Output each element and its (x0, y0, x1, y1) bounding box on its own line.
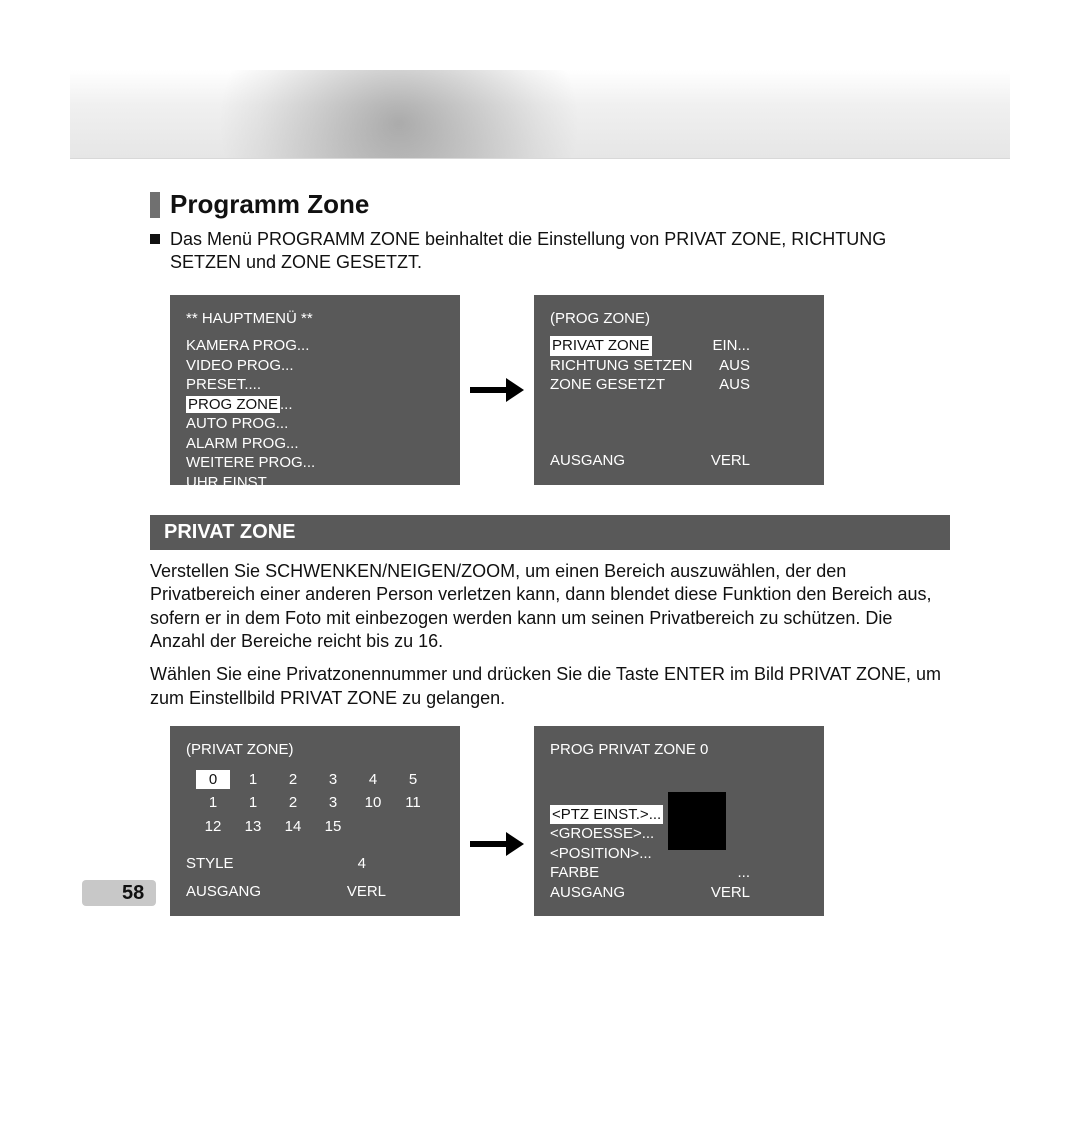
intro-text: Das Menü PROGRAMM ZONE beinhaltet die Ei… (170, 228, 950, 275)
grid-cell: 1 (236, 793, 270, 813)
privat-zone-screen: (PRIVAT ZONE) 0123451123101112131415 STY… (170, 726, 460, 916)
main-menu-item: ALARM PROG... (186, 434, 444, 454)
page-number-bubble (82, 880, 156, 906)
prog-privat-zone-screen: PROG PRIVAT ZONE 0 <PTZ EINST.>...<GROES… (534, 726, 824, 916)
prog-privat-zone-header: PROG PRIVAT ZONE 0 (550, 740, 808, 760)
prog-zone-screen: (PROG ZONE) PRIVAT ZONEEIN...RICHTUNG SE… (534, 295, 824, 485)
footer-left: AUSGANG (186, 882, 261, 902)
intro-row: Das Menü PROGRAMM ZONE beinhaltet die Ei… (150, 228, 950, 275)
grid-cell: 3 (316, 793, 350, 813)
style-label: STYLE (186, 854, 234, 874)
main-menu-item: SYSTEM INFO... (186, 492, 444, 512)
main-menu-item: AUTO PROG... (186, 414, 444, 434)
footer-right: VERL (711, 451, 750, 471)
screens-row-1: ** HAUPTMENÜ ** KAMERA PROG...VIDEO PROG… (170, 295, 950, 485)
ppz-item: FARBE... (550, 863, 750, 883)
grid-cell: 11 (396, 793, 430, 813)
grid-cell: 5 (396, 770, 430, 790)
section-title-row: Programm Zone (150, 189, 950, 220)
black-square-icon (668, 792, 726, 850)
prog-zone-footer: AUSGANG VERL (550, 451, 750, 471)
square-bullet-icon (150, 234, 160, 244)
prog-zone-header: (PROG ZONE) (550, 309, 808, 329)
prog-zone-row: PRIVAT ZONEEIN... (550, 336, 750, 356)
main-menu-item: PRESET.... (186, 375, 444, 395)
privat-zone-grid: 0123451123101112131415 (196, 770, 444, 837)
page-footer: 58 (82, 880, 144, 906)
prog-zone-row: RICHTUNG SETZENAUS (550, 356, 750, 376)
arrow-icon (470, 378, 524, 402)
grid-cell: 14 (276, 817, 310, 837)
grid-cell (396, 817, 430, 837)
main-menu-item: VIDEO PROG... (186, 356, 444, 376)
grid-cell: 2 (276, 793, 310, 813)
main-menu-item: KAMERA PROG... (186, 336, 444, 356)
content-area: Programm Zone Das Menü PROGRAMM ZONE bei… (150, 189, 950, 916)
grid-cell: 12 (196, 817, 230, 837)
footer-left: AUSGANG (550, 451, 625, 471)
grid-cell: 10 (356, 793, 390, 813)
grid-cell: 1 (196, 793, 230, 813)
page-number: 58 (122, 882, 144, 905)
prog-zone-row: ZONE GESETZTAUS (550, 375, 750, 395)
prog-zone-rows: PRIVAT ZONEEIN...RICHTUNG SETZENAUSZONE … (550, 336, 808, 395)
main-menu-item: PROG ZONE... (186, 395, 444, 415)
privat-zone-header: PRIVAT ZONE (150, 515, 950, 550)
section-title: Programm Zone (170, 189, 369, 220)
main-menu-items: KAMERA PROG...VIDEO PROG...PRESET....PRO… (186, 336, 444, 512)
body-paragraph-1: Verstellen Sie SCHWENKEN/NEIGEN/ZOOM, um… (150, 560, 950, 654)
main-menu-screen: ** HAUPTMENÜ ** KAMERA PROG...VIDEO PROG… (170, 295, 460, 485)
footer-right: VERL (711, 883, 750, 903)
grid-cell: 1 (236, 770, 270, 790)
banner-image (70, 70, 1010, 159)
privat-zone-screen-header: (PRIVAT ZONE) (186, 740, 444, 760)
screens-row-2: (PRIVAT ZONE) 0123451123101112131415 STY… (170, 726, 950, 916)
grid-cell: 3 (316, 770, 350, 790)
grid-cell: 2 (276, 770, 310, 790)
style-value: 4 (358, 854, 366, 874)
grid-cell: 0 (196, 770, 230, 790)
section-bar-icon (150, 192, 160, 218)
main-menu-item: UHR EINST... (186, 473, 444, 493)
grid-cell (356, 817, 390, 837)
arrow-icon (470, 832, 524, 856)
grid-cell: 13 (236, 817, 270, 837)
footer-right: VERL (347, 882, 386, 902)
footer-left: AUSGANG (550, 883, 625, 903)
grid-cell: 15 (316, 817, 350, 837)
main-menu-item: WEITERE PROG... (186, 453, 444, 473)
body-paragraph-2: Wählen Sie eine Privatzonennummer und dr… (150, 663, 950, 710)
main-menu-header: ** HAUPTMENÜ ** (186, 309, 444, 329)
grid-cell: 4 (356, 770, 390, 790)
page: Programm Zone Das Menü PROGRAMM ZONE bei… (0, 70, 1080, 1056)
